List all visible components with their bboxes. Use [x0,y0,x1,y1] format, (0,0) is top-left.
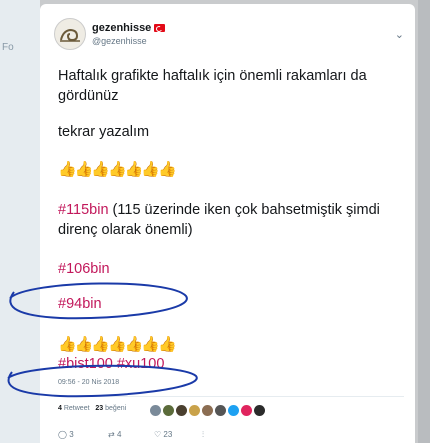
like-stat[interactable]: 23 beğeni [95,405,126,412]
like-action-count: 23 [163,430,173,439]
retweet-count: 4 [58,405,62,412]
tweet-text-106: #106bin [58,259,403,279]
retweet-button[interactable]: ⇄ 4 [108,430,121,439]
background-scroll-area [418,0,430,443]
liker-avatar-1[interactable] [150,405,161,417]
retweet-icon: ⇄ [108,430,115,439]
tweet-text-115: #115bin (115 üzerinde iken çok bahsetmiş… [58,200,403,240]
tweet-text-tags: #bist100 #xu100 [58,354,403,374]
retweet-action-count: 4 [116,430,122,439]
reply-count: 3 [69,430,74,439]
liker-avatar-8[interactable] [241,405,252,417]
author-handle[interactable]: @gezenhisse [92,36,147,46]
turkey-flag-icon [154,24,166,33]
analytics-icon: ⫶ [202,430,204,439]
like-button[interactable]: ♡ 23 [154,430,172,439]
like-count: 23 [95,405,104,412]
background-panel [0,0,40,443]
liker-avatar-9[interactable] [254,405,265,417]
retweet-label: Retweet [63,405,90,412]
avatar[interactable] [54,18,86,50]
tweet-stats: 4 Retweet 23 beğeni [58,405,126,412]
like-label: beğeni [105,405,127,412]
liker-avatar-7[interactable] [228,405,239,417]
hashtag-115bin[interactable]: #115bin [58,202,109,218]
background-partial-text: Fo [2,42,14,53]
chevron-down-icon[interactable]: ⌄ [395,28,404,41]
retweet-stat[interactable]: 4 Retweet [58,405,90,412]
thumbs-up-icon-row: 👍👍👍👍👍👍👍 [58,161,177,178]
reply-button[interactable]: ◯ 3 [58,430,74,439]
avatar-snail-icon [55,19,85,49]
thumbs-up-icon-row-2: 👍👍👍👍👍👍👍 [58,336,177,353]
liker-avatar-5[interactable] [202,405,213,417]
liker-avatar-3[interactable] [176,405,187,417]
heart-icon: ♡ [154,430,162,439]
tweet-header: gezenhisse @gezenhisse ⌄ [54,18,404,58]
hashtag-94bin[interactable]: #94bin [58,296,102,312]
hashtag-bist100[interactable]: #bist100 [58,356,113,372]
liker-avatars [150,402,267,420]
tweet-text-line1: Haftalık grafikte haftalık için önemli r… [58,68,367,104]
analytics-button[interactable]: ⫶ [202,430,204,440]
hashtag-xu100[interactable]: #xu100 [117,356,165,372]
liker-avatar-2[interactable] [163,405,174,417]
author-name[interactable]: gezenhisse [92,22,151,34]
hashtag-106bin[interactable]: #106bin [58,261,110,277]
tweet-card: gezenhisse @gezenhisse ⌄ Haftalık grafik… [40,4,415,443]
divider [54,396,404,397]
author-name-row[interactable]: gezenhisse [92,22,166,34]
reply-icon: ◯ [58,430,67,439]
tweet-timestamp[interactable]: 09:56 - 20 Nis 2018 [58,379,119,386]
tweet-text-line2: tekrar yazalım [58,124,150,140]
liker-avatar-6[interactable] [215,405,226,417]
tweet-text-94: #94bin [58,294,403,314]
liker-avatar-4[interactable] [189,405,200,417]
